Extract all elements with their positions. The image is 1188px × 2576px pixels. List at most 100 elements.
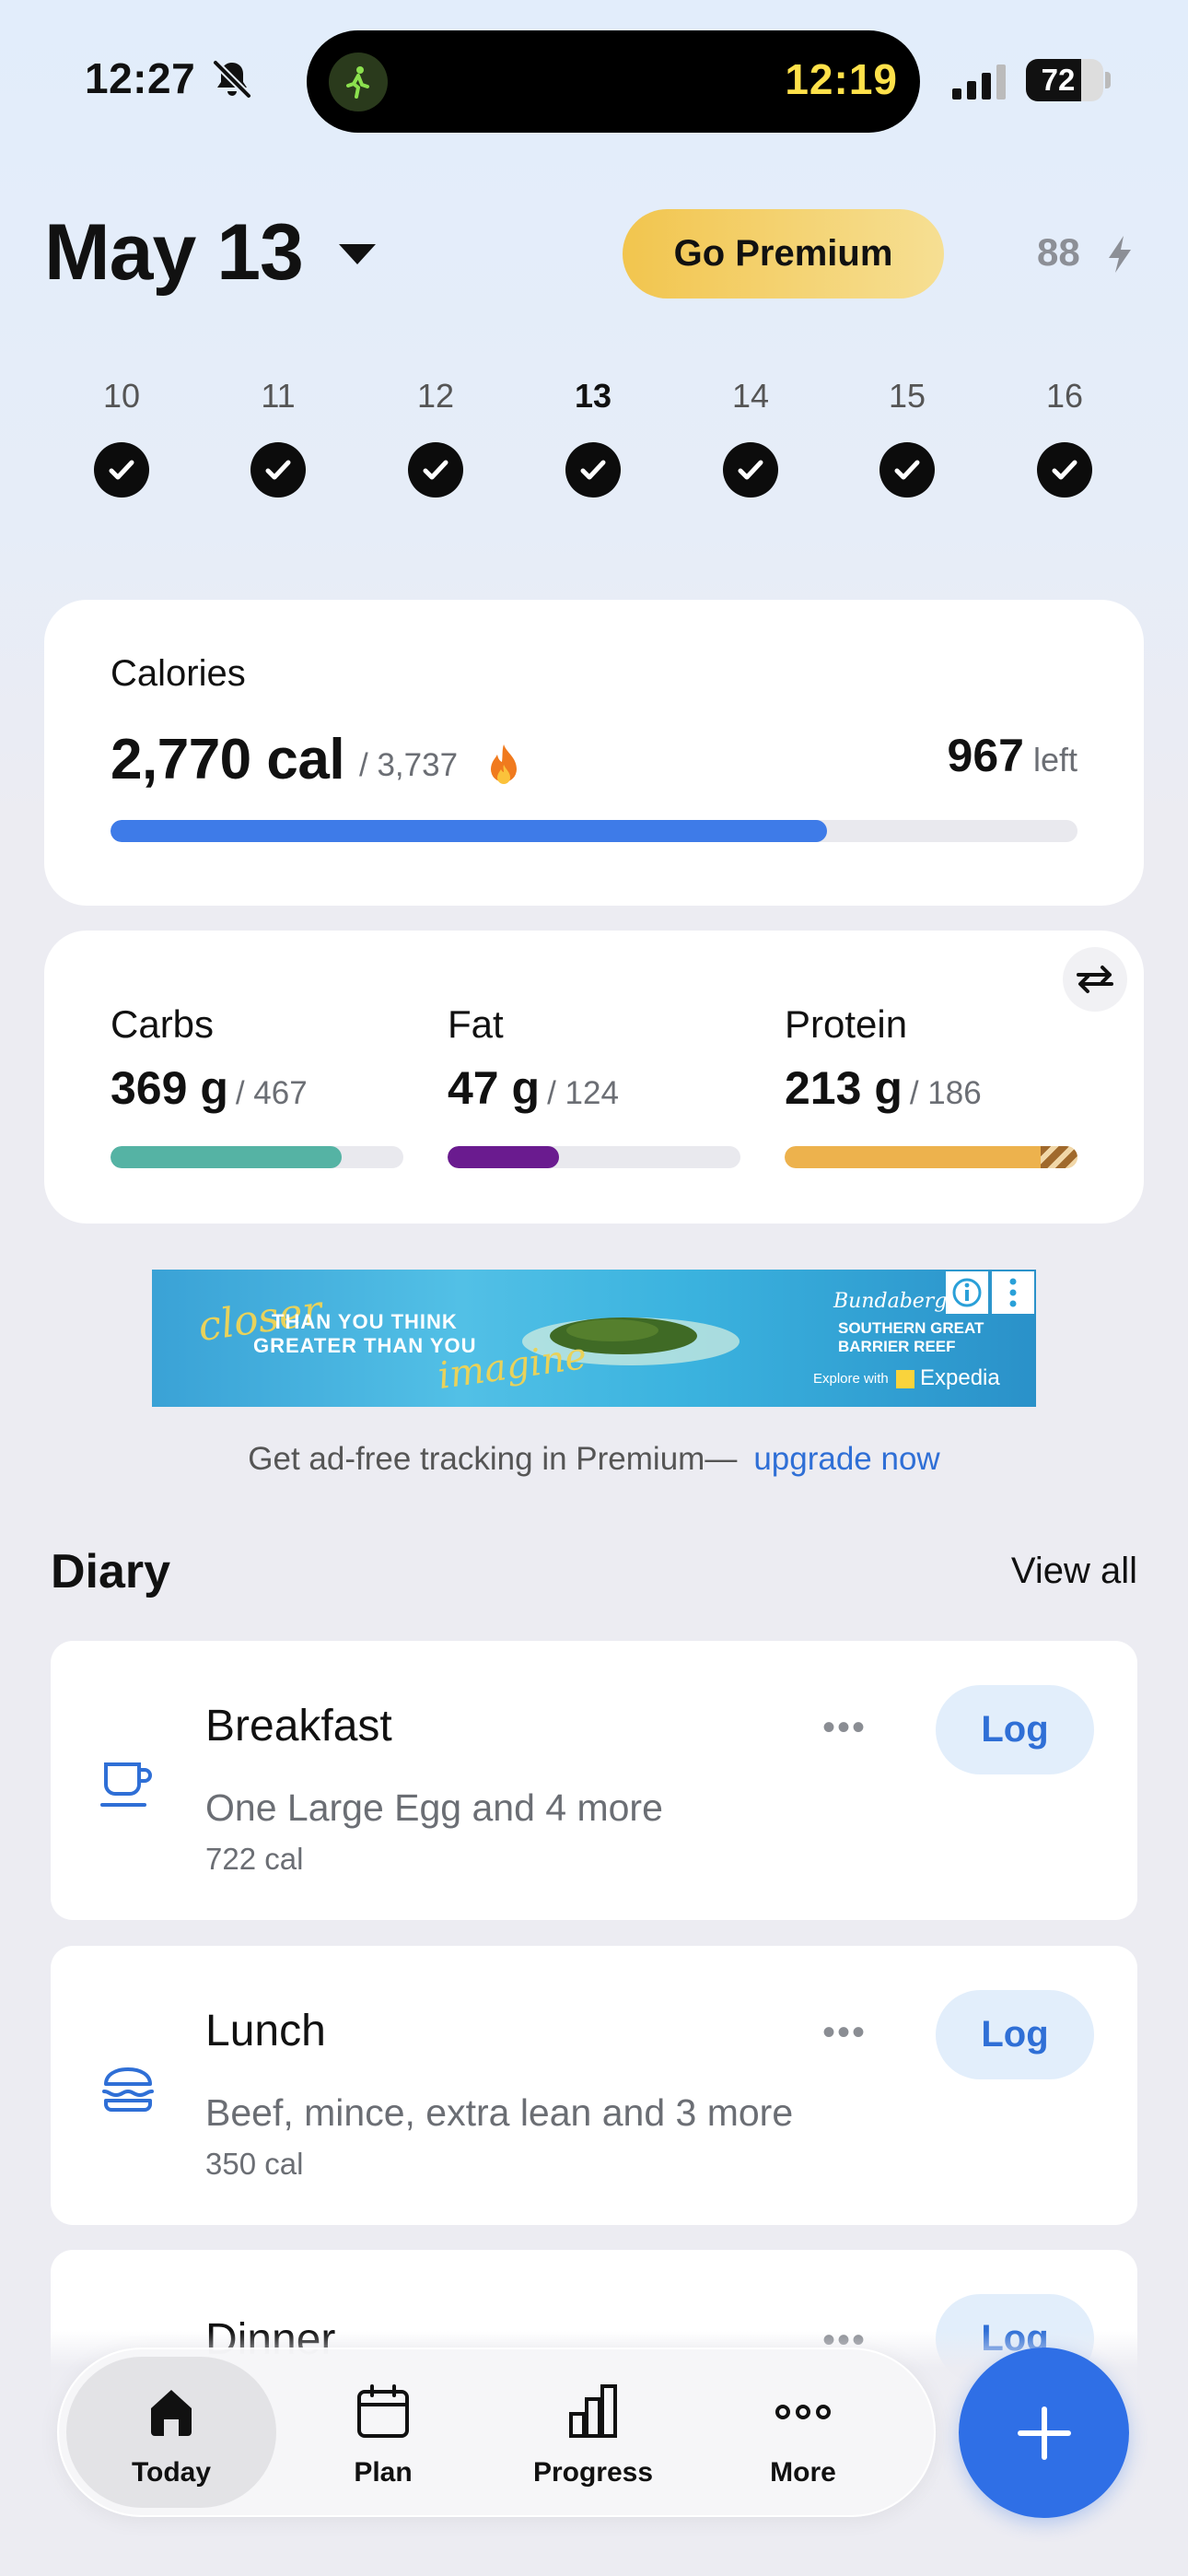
- macro-progress-track: [785, 1146, 1077, 1168]
- week-day-16[interactable]: 16: [1019, 376, 1111, 498]
- macro-value: 369 g: [111, 1062, 228, 1114]
- expedia-logo: Expedia: [896, 1365, 1000, 1391]
- vertical-dots-icon: [1009, 1278, 1017, 1307]
- chevron-down-icon[interactable]: [339, 244, 376, 264]
- checkmark-icon: [879, 442, 935, 498]
- tab-plan[interactable]: Plan: [278, 2357, 488, 2508]
- ad-explore-text: Explore with: [813, 1371, 889, 1387]
- macro-value: 47 g: [448, 1062, 541, 1114]
- island-timer: 12:19: [785, 55, 898, 103]
- macro-name: Fat: [448, 1002, 504, 1046]
- macro-progress-track: [448, 1146, 740, 1168]
- view-all-link[interactable]: View all: [1011, 1551, 1137, 1592]
- calories-card[interactable]: Calories 2,770 cal / 3,737 967 left: [44, 600, 1144, 906]
- week-day-10[interactable]: 10: [76, 376, 168, 498]
- upgrade-now-link[interactable]: upgrade now: [753, 1441, 939, 1477]
- info-icon: [952, 1278, 982, 1307]
- ad-headline-1: THAN YOU THINK: [272, 1310, 458, 1333]
- macro-value: 213 g: [785, 1062, 903, 1114]
- cellular-signal-icon: [952, 64, 1006, 100]
- ad-free-text: Get ad-free tracking in Premium—: [248, 1441, 738, 1477]
- tab-label: Today: [131, 2457, 212, 2488]
- over-goal-stripe: [1041, 1146, 1077, 1168]
- meal-card-breakfast[interactable]: Breakfast ••• Log One Large Egg and 4 mo…: [51, 1641, 1137, 1920]
- log-breakfast-button[interactable]: Log: [936, 1685, 1094, 1774]
- meal-options-button[interactable]: •••: [822, 1707, 867, 1749]
- macro-goal: / 467: [235, 1075, 308, 1111]
- macro-progress-fill: [448, 1146, 559, 1168]
- ad-brand-line-2: BARRIER REEF: [838, 1338, 956, 1355]
- macro-name: Protein: [785, 1002, 908, 1046]
- date-selector[interactable]: May 13: [44, 207, 304, 299]
- more-dots-icon: [775, 2405, 831, 2419]
- macro-progress-fill: [785, 1146, 1077, 1168]
- week-day-15[interactable]: 15: [861, 376, 953, 498]
- week-day-12[interactable]: 12: [390, 376, 482, 498]
- meal-options-button[interactable]: •••: [822, 2012, 867, 2054]
- streak-count[interactable]: 88: [1037, 230, 1080, 275]
- checkmark-icon: [250, 442, 306, 498]
- log-lunch-button[interactable]: Log: [936, 1990, 1094, 2079]
- meal-name: Lunch: [205, 2007, 326, 2055]
- calories-progress-track: [111, 820, 1077, 842]
- macro-goal: / 124: [547, 1075, 619, 1111]
- meal-card-lunch[interactable]: Lunch ••• Log Beef, mince, extra lean an…: [51, 1946, 1137, 2225]
- macro-fat: Fat 47 g/ 124: [448, 1002, 740, 1168]
- day-number: 14: [731, 377, 770, 415]
- calories-left: 967 left: [948, 729, 1077, 782]
- ad-brand-script: Bundaberg: [833, 1290, 948, 1313]
- checkmark-icon: [565, 442, 621, 498]
- battery-percent: 72: [1041, 63, 1076, 97]
- expedia-label: Expedia: [920, 1365, 1000, 1390]
- tab-label: More: [770, 2457, 836, 2488]
- diary-title: Diary: [51, 1545, 171, 1598]
- add-button[interactable]: [959, 2348, 1129, 2518]
- burger-icon: [102, 2067, 154, 2112]
- ad-free-note: Get ad-free tracking in Premium— upgrade …: [0, 1441, 1188, 1478]
- week-day-11[interactable]: 11: [232, 376, 324, 498]
- meal-calories: 350 cal: [205, 2147, 304, 2181]
- ad-brand-line-1: SOUTHERN GREAT: [838, 1319, 984, 1337]
- calories-progress-fill: [111, 820, 828, 842]
- week-day-13[interactable]: 13: [547, 376, 639, 498]
- lightning-bolt-icon: [1109, 236, 1131, 273]
- meal-description: Beef, mince, extra lean and 3 more: [205, 2091, 794, 2134]
- coffee-cup-icon: [100, 1762, 152, 1807]
- checkmark-icon: [408, 442, 463, 498]
- day-number: 15: [888, 377, 926, 415]
- calories-label: Calories: [111, 653, 246, 694]
- calories-left-label: left: [1032, 741, 1077, 779]
- macro-protein: Protein 213 g/ 186: [785, 1002, 1077, 1168]
- tab-bar: Today Plan Progress More: [57, 2348, 936, 2517]
- bar-chart-icon: [569, 2384, 617, 2438]
- meal-description: One Large Egg and 4 more: [205, 1786, 663, 1829]
- tab-progress[interactable]: Progress: [488, 2357, 698, 2508]
- dynamic-island[interactable]: 12:19: [307, 30, 920, 133]
- ad-options-button[interactable]: [992, 1271, 1034, 1314]
- meal-name: Breakfast: [205, 1702, 392, 1751]
- macro-goal: / 186: [909, 1075, 982, 1111]
- calories-left-value: 967: [947, 730, 1024, 781]
- day-number: 10: [102, 377, 141, 415]
- calories-consumed: 2,770 cal: [111, 728, 345, 791]
- day-number: 13: [574, 377, 612, 415]
- tab-today[interactable]: Today: [66, 2357, 276, 2508]
- day-number: 12: [416, 377, 455, 415]
- tab-label: Progress: [532, 2457, 654, 2488]
- plus-icon: [1017, 2406, 1071, 2460]
- swap-arrows-icon: [1077, 966, 1113, 993]
- macros-card[interactable]: Carbs 369 g/ 467 Fat 47 g/ 124 Protein 213 g /…: [44, 931, 1144, 1224]
- checkmark-icon: [723, 442, 778, 498]
- ad-banner[interactable]: closer THAN YOU THINK GREATER THAN YOU i…: [152, 1270, 1036, 1407]
- battery-indicator: 72: [1026, 59, 1111, 101]
- calendar-icon: [357, 2384, 409, 2438]
- checkmark-icon: [94, 442, 149, 498]
- home-icon: [151, 2390, 192, 2436]
- go-premium-button[interactable]: Go Premium: [623, 209, 944, 299]
- day-number: 11: [261, 377, 296, 415]
- week-day-14[interactable]: 14: [705, 376, 797, 498]
- tab-more[interactable]: More: [698, 2357, 908, 2508]
- bell-off-icon: [213, 60, 251, 99]
- ad-info-button[interactable]: [946, 1271, 988, 1314]
- macro-name: Carbs: [111, 1002, 215, 1046]
